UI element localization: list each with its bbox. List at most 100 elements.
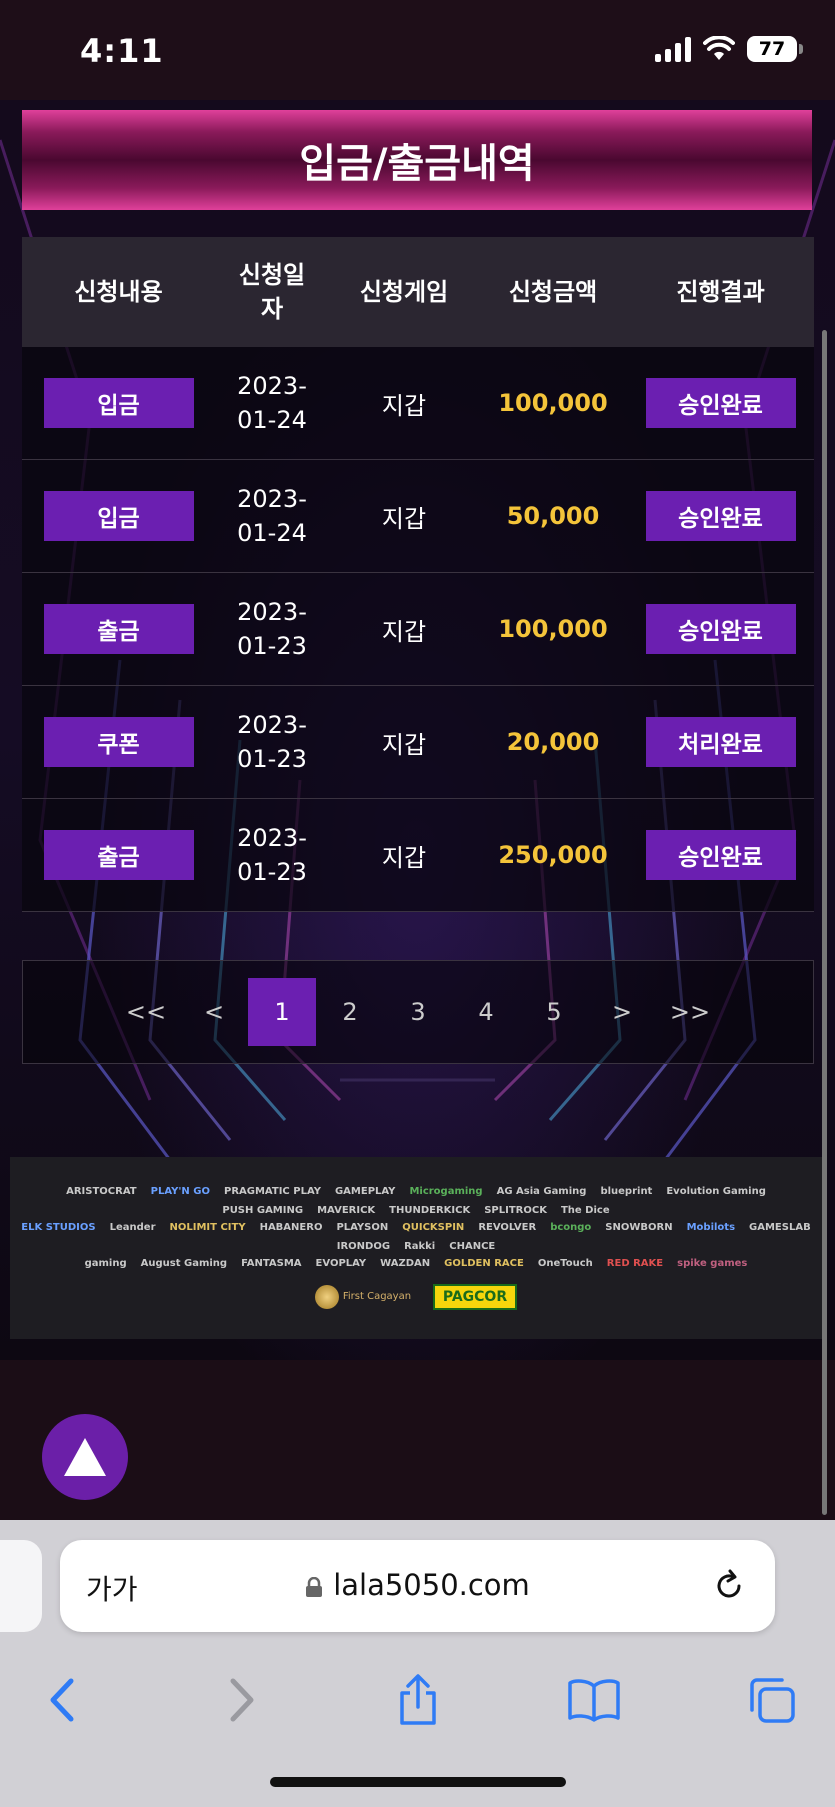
status-badge: 승인완료 <box>645 830 796 880</box>
amount: 250,000 <box>498 841 608 869</box>
request-date: 2023-01-23 <box>237 598 307 660</box>
first-cagayan-logo: First Cagayan <box>314 1283 415 1311</box>
game-name: 지갑 <box>381 504 427 533</box>
table-row: 입금 2023-01-24 지갑 50,000 승인완료 <box>22 460 814 573</box>
provider-logo: August Gaming <box>140 1257 228 1269</box>
provider-logo: GAMESLAB <box>749 1221 811 1233</box>
next-page-button[interactable]: > <box>588 978 656 1046</box>
provider-logo: ARISTOCRAT <box>66 1185 137 1197</box>
provider-logo: Leander <box>109 1221 156 1233</box>
provider-logo: REVOLVER <box>478 1221 537 1233</box>
provider-logo: RED RAKE <box>606 1257 664 1269</box>
amount: 50,000 <box>506 502 600 530</box>
wifi-icon <box>703 36 735 60</box>
provider-logo: Rakki <box>404 1240 436 1252</box>
url-display[interactable]: lala5050.com <box>60 1568 775 1602</box>
table-header: 신청내용 신청일자 신청게임 신청금액 진행결과 <box>22 237 814 347</box>
browser-toolbar: 가가 lala5050.com <box>0 1520 835 1807</box>
game-name: 지갑 <box>381 391 427 420</box>
column-header: 신청일자 <box>238 261 306 323</box>
request-date: 2023-01-24 <box>237 485 307 547</box>
provider-logo: PLAYSON <box>336 1221 389 1233</box>
up-arrow-icon <box>64 1438 106 1476</box>
provider-logo: NOLIMIT CITY <box>169 1221 246 1233</box>
page-button-5[interactable]: 5 <box>520 978 588 1046</box>
status-bar: 4:11 77 <box>0 0 835 100</box>
lock-icon <box>306 1577 323 1597</box>
provider-logo: GAMEPLAY <box>334 1185 396 1197</box>
column-header: 신청내용 <box>74 278 163 306</box>
certifications: First Cagayan PAGCOR <box>314 1283 518 1311</box>
provider-logo: THUNDERKICK <box>389 1204 471 1216</box>
provider-logo: The Dice <box>560 1204 610 1216</box>
provider-logo: HABANERO <box>259 1221 323 1233</box>
request-date: 2023-01-24 <box>237 372 307 434</box>
chevron-right-icon <box>230 1678 254 1722</box>
scroll-top-button[interactable] <box>42 1414 128 1500</box>
amount: 100,000 <box>498 389 608 417</box>
request-date: 2023-01-23 <box>237 824 307 886</box>
prev-page-button[interactable]: < <box>180 978 248 1046</box>
provider-logo: Microgaming <box>409 1185 483 1197</box>
previous-tab[interactable] <box>0 1540 42 1632</box>
forward-button[interactable] <box>212 1670 272 1730</box>
chevron-left-icon <box>50 1678 74 1722</box>
provider-logos: ARISTOCRAT PLAY'N GO PRAGMATIC PLAY GAME… <box>10 1157 822 1339</box>
provider-logo: PUSH GAMING <box>222 1204 304 1216</box>
reload-icon[interactable] <box>711 1568 747 1604</box>
provider-logo: QUICKSPIN <box>402 1221 465 1233</box>
bookmarks-button[interactable] <box>564 1670 624 1730</box>
last-page-button[interactable]: >> <box>656 978 724 1046</box>
table-row: 입금 2023-01-24 지갑 100,000 승인완료 <box>22 347 814 460</box>
provider-logo: PLAY'N GO <box>150 1185 210 1197</box>
provider-row: ARISTOCRAT PLAY'N GO PRAGMATIC PLAY GAME… <box>21 1186 811 1216</box>
first-page-button[interactable]: << <box>112 978 180 1046</box>
provider-logo: IRONDOG <box>336 1240 391 1252</box>
table-row: 쿠폰 2023-01-23 지갑 20,000 처리완료 <box>22 686 814 799</box>
provider-row: gaming August Gaming FANTASMA EVOPLAY WA… <box>21 1258 811 1269</box>
type-badge: 쿠폰 <box>43 717 194 767</box>
share-button[interactable] <box>388 1670 448 1730</box>
provider-logo: AG Asia Gaming <box>496 1185 587 1197</box>
provider-logo: GOLDEN RACE <box>444 1257 524 1269</box>
home-indicator <box>270 1777 566 1787</box>
provider-logo: MAVERICK <box>317 1204 376 1216</box>
status-badge: 승인완료 <box>645 491 796 541</box>
provider-logo: SNOWBORN <box>605 1221 673 1233</box>
column-header: 진행결과 <box>676 278 765 306</box>
page-button-1[interactable]: 1 <box>248 978 316 1046</box>
scrollbar[interactable] <box>822 330 827 1515</box>
type-badge: 입금 <box>43 491 194 541</box>
back-button[interactable] <box>32 1670 92 1730</box>
game-name: 지갑 <box>381 617 427 646</box>
provider-logo: FANTASMA <box>241 1257 302 1269</box>
provider-logo: OneTouch <box>537 1257 593 1269</box>
provider-logo: EVOPLAY <box>315 1257 367 1269</box>
request-date: 2023-01-23 <box>237 711 307 773</box>
page-button-3[interactable]: 3 <box>384 978 452 1046</box>
status-badge: 처리완료 <box>645 717 796 767</box>
page-button-2[interactable]: 2 <box>316 978 384 1046</box>
provider-logo: spike games <box>677 1257 748 1269</box>
provider-row: ELK STUDIOS Leander NOLIMIT CITY HABANER… <box>21 1222 811 1252</box>
provider-logo: WAZDAN <box>380 1257 431 1269</box>
status-icons: 77 <box>655 36 803 62</box>
tabs-button[interactable] <box>742 1670 802 1730</box>
column-header: 신청금액 <box>508 278 598 306</box>
browser-nav <box>0 1670 835 1740</box>
tabs-icon <box>750 1678 795 1723</box>
provider-logo: SPLITROCK <box>484 1204 547 1216</box>
page-title: 입금/출금내역 <box>22 110 812 210</box>
pagination: << < 1 2 3 4 5 > >> <box>22 960 814 1064</box>
page-button-4[interactable]: 4 <box>452 978 520 1046</box>
provider-logo: CHANCE <box>449 1240 496 1252</box>
address-bar[interactable]: 가가 lala5050.com <box>60 1540 775 1632</box>
provider-logo: PRAGMATIC PLAY <box>223 1185 321 1197</box>
provider-logo: Evolution Gaming <box>666 1185 766 1197</box>
transaction-table: 신청내용 신청일자 신청게임 신청금액 진행결과 입금 2023-01-24 지… <box>22 237 814 912</box>
game-name: 지갑 <box>381 730 427 759</box>
column-header: 신청게임 <box>359 278 449 306</box>
status-badge: 승인완료 <box>645 604 796 654</box>
battery-icon: 77 <box>747 36 803 62</box>
amount: 100,000 <box>498 615 608 643</box>
